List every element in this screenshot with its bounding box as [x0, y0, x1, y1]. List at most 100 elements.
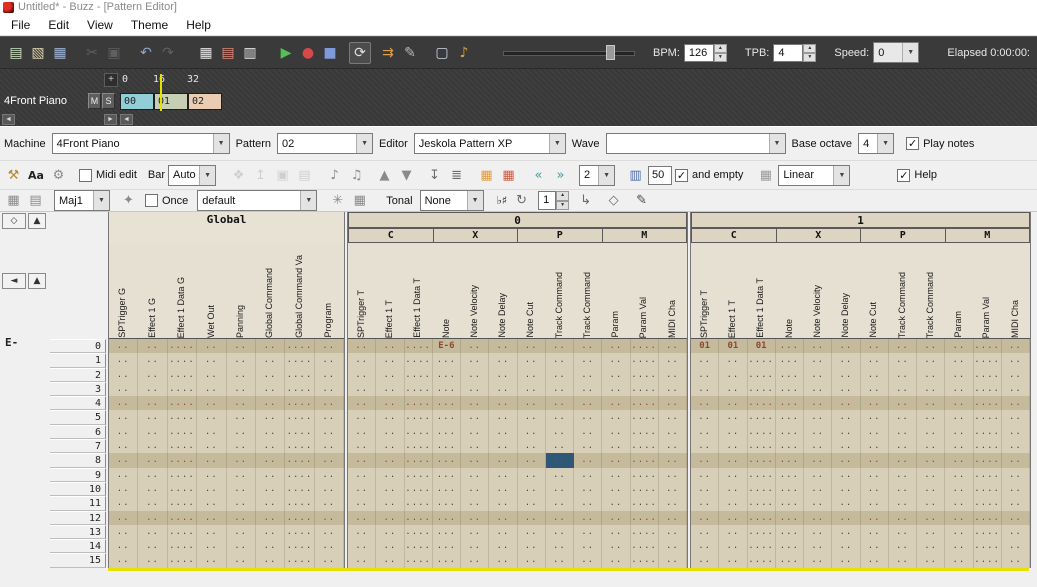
grid-cell[interactable]: .... — [168, 539, 197, 553]
grid-cell[interactable]: .. — [804, 468, 832, 482]
grid-cell[interactable]: .. — [546, 496, 574, 510]
grid-cell[interactable]: .. — [1002, 525, 1030, 539]
grid-cell[interactable]: .. — [489, 511, 517, 525]
grid-cell[interactable]: ... — [433, 396, 461, 410]
grid-cell[interactable]: .. — [804, 511, 832, 525]
grid-cell[interactable]: .. — [574, 525, 602, 539]
grid-cell[interactable]: .. — [945, 339, 973, 353]
grid-cell[interactable]: .. — [832, 525, 860, 539]
grid-cell[interactable]: .. — [518, 496, 546, 510]
grid-cell[interactable]: ... — [433, 539, 461, 553]
grid-cell[interactable]: .. — [518, 511, 546, 525]
grid-cell[interactable]: .. — [574, 368, 602, 382]
grid-cell[interactable]: .. — [227, 539, 256, 553]
grid-cell[interactable]: .... — [405, 425, 433, 439]
grid-cell[interactable]: .. — [832, 496, 860, 510]
grid-cell[interactable]: .. — [109, 339, 138, 353]
grid-cell[interactable]: .. — [917, 453, 945, 467]
grid-cell[interactable]: .. — [376, 468, 404, 482]
grid-cell[interactable]: .. — [804, 553, 832, 567]
grid-cell[interactable]: .. — [1002, 382, 1030, 396]
grid-cell[interactable]: .... — [405, 453, 433, 467]
grid-cell[interactable]: .. — [917, 382, 945, 396]
step-combo[interactable]: 2▼ — [579, 165, 615, 186]
grid-cell[interactable]: .. — [518, 553, 546, 567]
grid-cell[interactable]: .. — [315, 539, 344, 553]
grid-cell[interactable]: .. — [138, 353, 167, 367]
grid-cell[interactable]: .. — [489, 396, 517, 410]
grid-cell[interactable]: .. — [227, 468, 256, 482]
speed-combo[interactable]: 0 ▼ — [873, 42, 919, 63]
grid-cell[interactable]: .... — [974, 453, 1002, 467]
grid-cell[interactable]: 01 — [719, 339, 747, 353]
grid-cell[interactable]: .... — [631, 553, 659, 567]
grid-cell[interactable]: .. — [602, 410, 630, 424]
grid-cell[interactable]: .. — [256, 539, 285, 553]
grid-cell[interactable]: .. — [889, 353, 917, 367]
grid-cell[interactable]: .. — [861, 453, 889, 467]
grid-cell[interactable]: .. — [461, 439, 489, 453]
grid-cell[interactable]: .. — [256, 496, 285, 510]
grid-cell[interactable]: .... — [405, 553, 433, 567]
grid-cell[interactable]: .. — [574, 553, 602, 567]
matrix-icon[interactable]: ▦ — [350, 191, 369, 210]
dropdown-arrow-icon[interactable]: ▼ — [877, 134, 893, 153]
grid-cell[interactable]: .. — [138, 396, 167, 410]
grid-cell[interactable]: .. — [1002, 482, 1030, 496]
grid-cell[interactable]: .. — [256, 553, 285, 567]
row-number[interactable]: 7 — [50, 439, 106, 453]
grid-cell[interactable]: .. — [256, 511, 285, 525]
grid-cell[interactable]: .... — [748, 410, 776, 424]
row-number[interactable]: 12 — [50, 511, 106, 525]
add-pattern-button[interactable]: + — [104, 73, 118, 87]
wave-combo[interactable]: ▼ — [606, 133, 786, 154]
grid-cell[interactable]: .. — [461, 353, 489, 367]
cpu-monitor-icon[interactable]: ▢ — [431, 42, 453, 64]
grid-cell[interactable]: .. — [489, 382, 517, 396]
grid-cell[interactable]: .. — [719, 539, 747, 553]
grid-cell[interactable]: .. — [546, 439, 574, 453]
grid-cell[interactable]: .. — [546, 410, 574, 424]
grid-cell[interactable]: .. — [197, 410, 226, 424]
grid-cell[interactable]: .. — [489, 439, 517, 453]
grid-cell[interactable]: .... — [748, 482, 776, 496]
row-number[interactable]: 5 — [50, 410, 106, 424]
grid-cell[interactable]: .... — [974, 468, 1002, 482]
grid-cell[interactable]: .. — [1002, 353, 1030, 367]
grid-cell[interactable]: .. — [861, 496, 889, 510]
grid-cell[interactable]: .. — [518, 425, 546, 439]
grid-cell[interactable]: .. — [574, 511, 602, 525]
undo-icon[interactable]: ↶ — [135, 42, 157, 64]
grid-cell[interactable]: .... — [405, 439, 433, 453]
grid-cell[interactable]: .. — [546, 482, 574, 496]
grid-cell[interactable]: .. — [659, 410, 687, 424]
grid-cell[interactable]: .. — [889, 382, 917, 396]
grid-cell[interactable]: .. — [917, 425, 945, 439]
grid-cell[interactable]: .. — [256, 468, 285, 482]
bar-combo[interactable]: Auto▼ — [168, 165, 216, 186]
solo-button[interactable]: S — [102, 93, 115, 109]
dropdown-arrow-icon[interactable]: ▼ — [769, 134, 785, 153]
grid-cell[interactable]: .. — [917, 496, 945, 510]
font-icon[interactable]: Aa — [26, 166, 46, 185]
grid-cell[interactable]: .. — [602, 382, 630, 396]
bpm-spinner[interactable]: 126 ▲▼ — [684, 44, 727, 62]
grid-cell[interactable]: .... — [631, 525, 659, 539]
grid-cell[interactable]: ... — [433, 511, 461, 525]
grid-cell[interactable]: .. — [832, 511, 860, 525]
grid-cell[interactable]: .. — [461, 396, 489, 410]
spin-up-icon[interactable]: ▲ — [556, 191, 569, 201]
grid-cell[interactable]: .... — [405, 410, 433, 424]
grid-cell[interactable]: .. — [861, 553, 889, 567]
grid-cell[interactable]: .. — [138, 525, 167, 539]
grid-cell[interactable]: .. — [1002, 368, 1030, 382]
grid-cell[interactable]: .. — [518, 468, 546, 482]
grid-cell[interactable]: .... — [974, 382, 1002, 396]
grid-cell[interactable]: .... — [168, 353, 197, 367]
grid-cell[interactable]: .. — [602, 453, 630, 467]
grid-cell[interactable]: .. — [376, 382, 404, 396]
grid-cell[interactable]: .. — [917, 368, 945, 382]
dropdown-arrow-icon[interactable]: ▼ — [356, 134, 372, 153]
sequence-view-icon[interactable]: ▥ — [239, 42, 261, 64]
grid-cell[interactable]: .. — [917, 553, 945, 567]
